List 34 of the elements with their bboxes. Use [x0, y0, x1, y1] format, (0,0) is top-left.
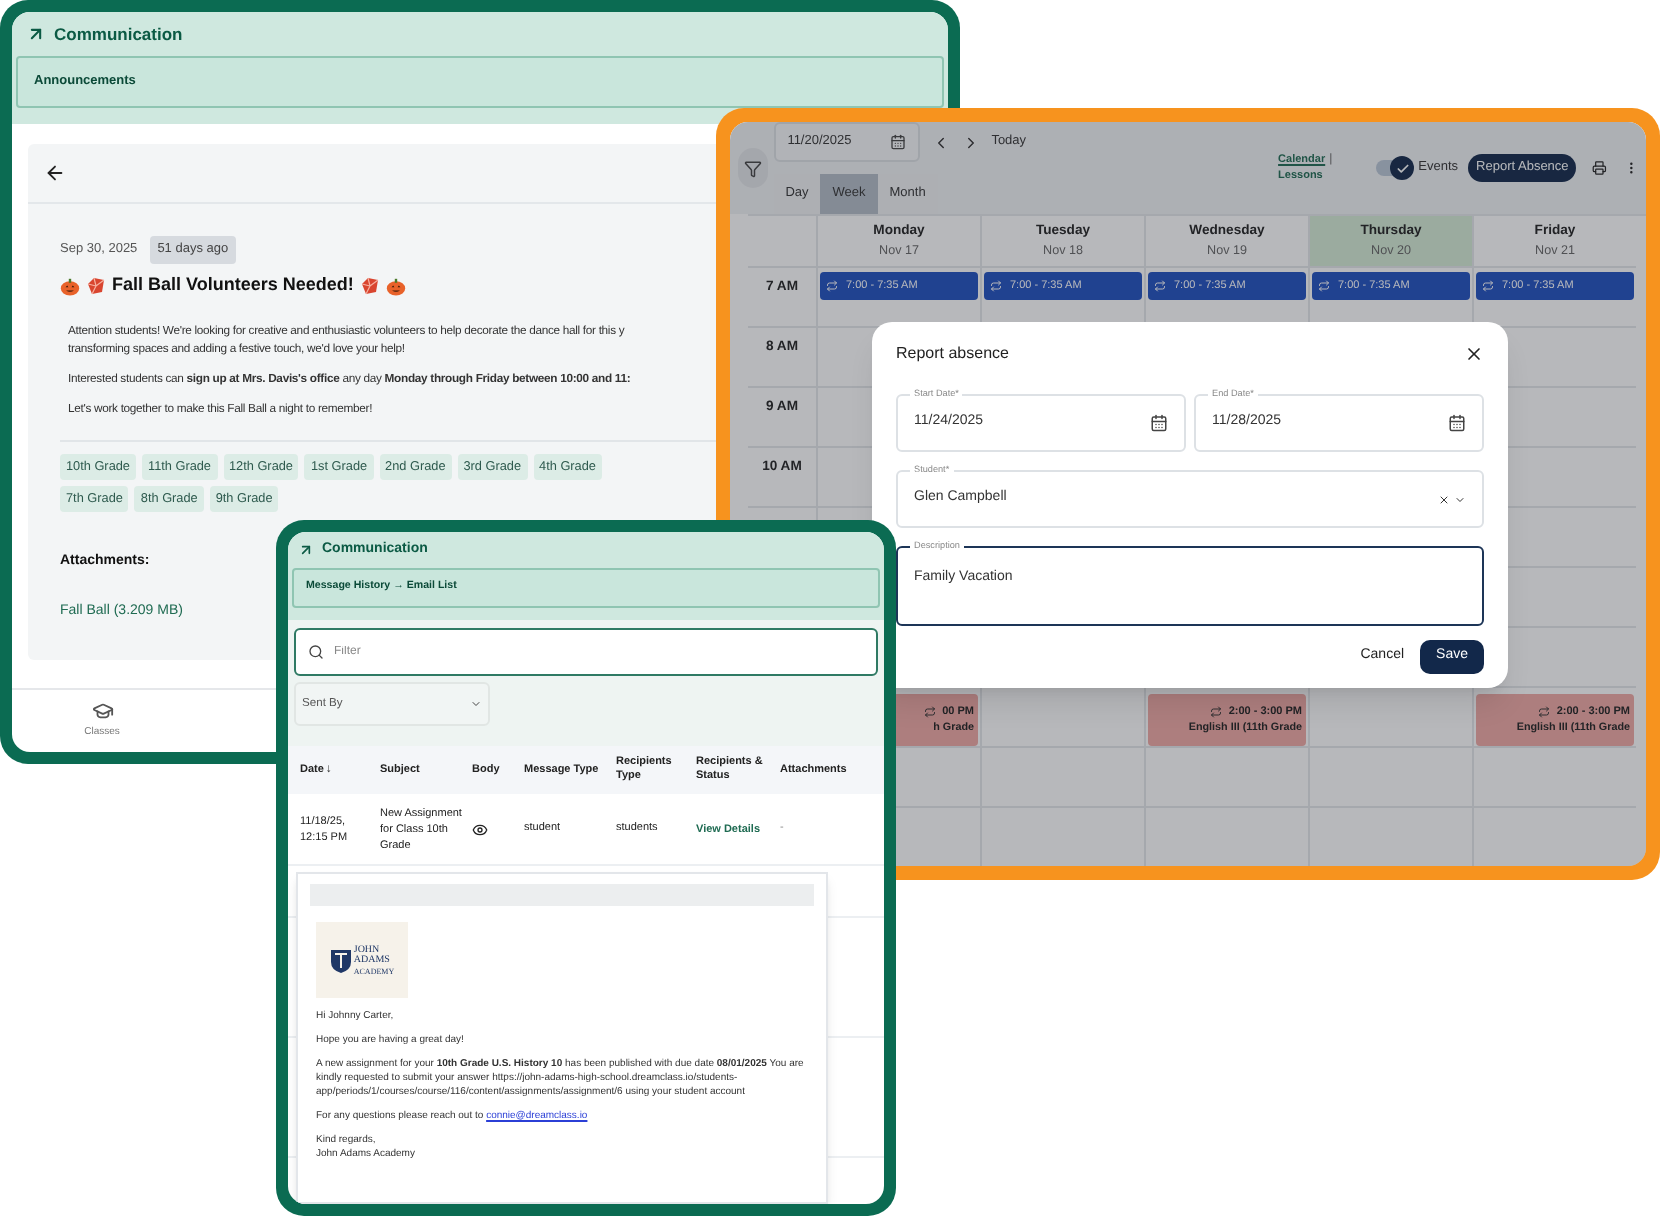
calendar-icon[interactable]	[1150, 414, 1168, 432]
print-icon[interactable]	[1592, 158, 1608, 178]
announcement-title: Fall Ball Volunteers Needed!	[112, 272, 354, 299]
arrow-icon	[26, 24, 46, 44]
repeat-icon	[1154, 280, 1166, 292]
check-icon	[1395, 161, 1410, 175]
filter-icon	[743, 159, 762, 177]
repeat-icon	[1318, 280, 1330, 292]
events-toggle[interactable]	[1376, 160, 1411, 176]
repeat-icon	[1538, 705, 1551, 718]
calendar-icon	[889, 134, 906, 150]
repeat-icon	[924, 705, 937, 718]
gem-icon	[359, 276, 380, 296]
eye-icon[interactable]	[472, 821, 488, 837]
close-icon[interactable]	[1464, 344, 1484, 364]
calendar-icon[interactable]	[1448, 414, 1466, 432]
back-icon[interactable]	[44, 162, 66, 184]
repeat-icon	[1482, 280, 1494, 292]
filter-button[interactable]	[738, 148, 768, 188]
repeat-icon	[990, 280, 1002, 292]
clear-icon[interactable]	[1438, 493, 1450, 505]
caret-icon	[470, 698, 482, 710]
search-icon	[308, 644, 324, 660]
repeat-icon	[826, 280, 838, 292]
graduation-cap-icon[interactable]	[91, 700, 113, 723]
arrow-icon	[298, 542, 314, 558]
pumpkin-icon	[385, 277, 406, 295]
dialog-title: Report absence	[896, 342, 1009, 366]
app-title: Communication	[54, 21, 183, 47]
caret-icon[interactable]	[1454, 493, 1466, 505]
shield-icon	[329, 947, 352, 973]
pumpkin-icon	[60, 277, 80, 295]
gem-icon	[86, 276, 106, 296]
repeat-icon	[1210, 705, 1223, 718]
